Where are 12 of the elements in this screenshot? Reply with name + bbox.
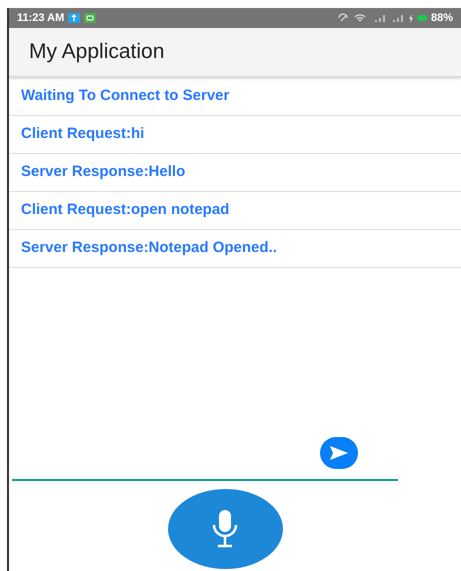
microphone-icon [210,509,240,549]
send-icon [330,446,348,460]
message-item[interactable]: Waiting To Connect to Server [9,78,461,116]
message-item[interactable]: Client Request:open notepad [9,192,461,230]
battery-level: 88% [430,10,453,26]
app-title: My Application [29,39,164,66]
status-time: 11:23 AM [17,10,64,26]
message-item[interactable]: Client Request:hi [9,116,461,154]
send-button[interactable] [320,437,358,469]
message-item[interactable]: Server Response:Hello [9,154,461,192]
message-item[interactable]: Server Response:Notepad Opened.. [9,230,461,268]
notification-icon [84,13,96,23]
